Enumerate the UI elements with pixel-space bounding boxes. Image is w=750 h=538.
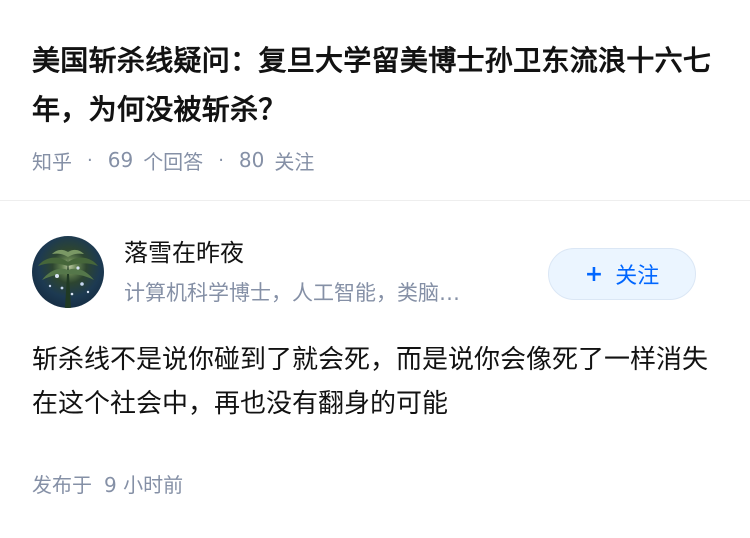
follow-button[interactable]: + 关注 <box>548 248 696 300</box>
answer-content: 斩杀线不是说你碰到了就会死，而是说你会像死了一样消失在这个社会中，再也没有翻身的… <box>32 345 709 419</box>
meta-dot-separator: · <box>87 149 93 171</box>
question-title[interactable]: 美国斩杀线疑问：复旦大学留美博士孙卫东流浪十六七年，为何没被斩杀？ <box>32 36 732 134</box>
question-meta: 知乎 · 69 个回答 · 80 关注 <box>32 144 314 176</box>
follow-button-label: 关注 <box>615 264 660 289</box>
follower-count: 80 <box>238 148 265 172</box>
source-label: 知乎 <box>32 149 72 174</box>
author-name[interactable]: 落雪在昨夜 <box>124 236 244 270</box>
question-header: 美国斩杀线疑问：复旦大学留美博士孙卫东流浪十六七年，为何没被斩杀？ 知乎 · 6… <box>0 0 750 200</box>
answer-page: 美国斩杀线疑问：复旦大学留美博士孙卫东流浪十六七年，为何没被斩杀？ 知乎 · 6… <box>0 0 750 538</box>
published-time: 9 小时前 <box>104 473 184 497</box>
author-bio: 计算机科学博士，人工智能，类脑… <box>124 281 460 305</box>
published-prefix: 发布于 <box>32 473 92 497</box>
avatar-image <box>38 249 98 308</box>
answer-count: 69 <box>107 148 134 172</box>
section-divider <box>0 200 750 201</box>
avatar[interactable] <box>32 236 104 308</box>
follower-label: 关注 <box>274 149 315 174</box>
meta-dot-separator: · <box>218 149 224 171</box>
plus-icon: + <box>584 261 604 287</box>
answer-count-unit: 个回答 <box>143 149 204 174</box>
answer-published-time: 发布于 9 小时前 <box>32 470 183 500</box>
